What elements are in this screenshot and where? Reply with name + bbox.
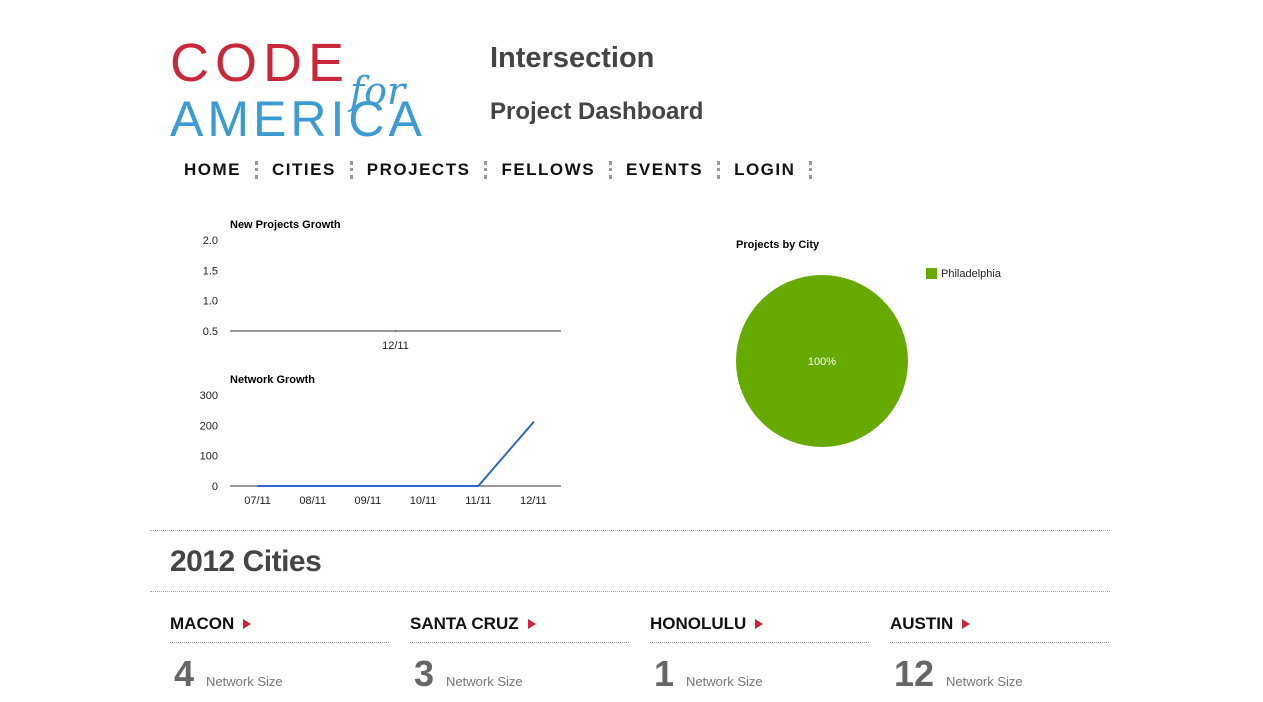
data-point xyxy=(477,485,480,487)
network-size-label: Network Size xyxy=(686,674,763,689)
y-tick-label: 1.0 xyxy=(203,296,218,308)
y-tick-label: 200 xyxy=(200,420,218,432)
data-point xyxy=(366,485,369,487)
y-tick-label: 2.0 xyxy=(203,235,218,247)
arrow-right-icon[interactable] xyxy=(962,619,971,629)
nav-login[interactable]: LOGIN xyxy=(722,158,807,182)
data-point xyxy=(394,330,397,332)
site-title: Intersection xyxy=(490,42,655,74)
city-name[interactable]: SANTA CRUZ xyxy=(410,614,519,634)
nav-home[interactable]: HOME xyxy=(172,158,253,182)
y-tick-label: 0 xyxy=(212,481,218,493)
city-name[interactable]: HONOLULU xyxy=(650,614,746,634)
section-title: 2012 Cities xyxy=(170,545,322,578)
projects-by-city-chart: 100% Philadelphia xyxy=(736,268,1002,447)
nav-separator xyxy=(484,161,488,179)
pie-slice-label: 100% xyxy=(808,356,836,368)
network-size-label: Network Size xyxy=(446,674,523,689)
nav-separator xyxy=(349,161,353,179)
chart-title-projects-by-city: Projects by City xyxy=(736,239,820,251)
x-tick-label: 12/11 xyxy=(520,495,547,507)
logo-code-text: CODE xyxy=(170,33,351,93)
nav-cities[interactable]: CITIES xyxy=(260,158,348,182)
nav-events[interactable]: EVENTS xyxy=(614,158,715,182)
arrow-right-icon[interactable] xyxy=(243,619,252,629)
network-growth-chart: 300 200 100 0 07/11 08/11 09/11 10/11 11/11 12/11 xyxy=(200,390,561,507)
nav-separator xyxy=(255,161,258,179)
network-size-label: Network Size xyxy=(946,674,1023,689)
x-tick-label: 09/11 xyxy=(355,495,382,507)
x-tick-label: 08/11 xyxy=(299,495,326,507)
nav-projects[interactable]: PROJECTS xyxy=(355,158,483,182)
x-tick-label: 07/11 xyxy=(244,495,271,507)
arrow-right-icon[interactable] xyxy=(527,619,536,629)
network-size-value: 4 xyxy=(174,653,195,694)
section-divider xyxy=(150,530,1110,531)
y-tick-label: 100 xyxy=(200,451,218,463)
section-divider xyxy=(150,591,1110,592)
city-header[interactable]: AUSTIN xyxy=(890,612,1109,643)
x-tick-label: 10/11 xyxy=(410,495,437,507)
series-line xyxy=(257,421,535,487)
network-size-value: 1 xyxy=(654,653,675,694)
nav-separator xyxy=(809,161,813,179)
city-header[interactable]: SANTA CRUZ xyxy=(410,612,629,643)
city-header[interactable]: HONOLULU xyxy=(650,612,869,643)
city-card-santa-cruz: SANTA CRUZ 3 Network Size xyxy=(410,612,629,695)
city-card-honolulu: HONOLULU 1 Network Size xyxy=(650,612,869,695)
nav-fellows[interactable]: FELLOWS xyxy=(489,158,607,182)
city-header[interactable]: MACON xyxy=(170,612,389,643)
x-tick-label: 11/11 xyxy=(465,495,491,507)
city-name[interactable]: AUSTIN xyxy=(890,614,953,634)
page-title: Project Dashboard xyxy=(490,98,704,125)
network-size-value: 12 xyxy=(894,653,935,694)
data-point xyxy=(422,485,425,487)
logo-america-text: AMERICA xyxy=(170,91,426,147)
network-size-value: 3 xyxy=(414,653,435,694)
y-tick-label: 300 xyxy=(200,390,218,402)
code-for-america-logo[interactable]: CODE for AMERICA xyxy=(170,36,430,146)
legend-label: Philadelphia xyxy=(941,268,1002,280)
city-card-austin: AUSTIN 12 Network Size xyxy=(890,612,1109,695)
data-point xyxy=(256,485,259,487)
city-name[interactable]: MACON xyxy=(170,614,234,634)
nav-separator xyxy=(609,161,613,179)
main-nav: HOME CITIES PROJECTS FELLOWS EVENTS LOGI… xyxy=(172,158,814,182)
y-tick-label: 0.5 xyxy=(203,326,218,338)
new-projects-chart: 2.0 1.5 1.0 0.5 12/11 xyxy=(203,235,561,352)
network-size-label: Network Size xyxy=(206,674,283,689)
data-point xyxy=(311,485,314,487)
arrow-right-icon[interactable] xyxy=(755,619,764,629)
nav-separator xyxy=(717,161,721,179)
x-tick-label: 12/11 xyxy=(382,340,409,352)
y-tick-label: 1.5 xyxy=(203,265,218,277)
legend-swatch xyxy=(926,268,937,279)
data-point xyxy=(532,421,535,424)
city-card-macon: MACON 4 Network Size xyxy=(170,612,389,695)
